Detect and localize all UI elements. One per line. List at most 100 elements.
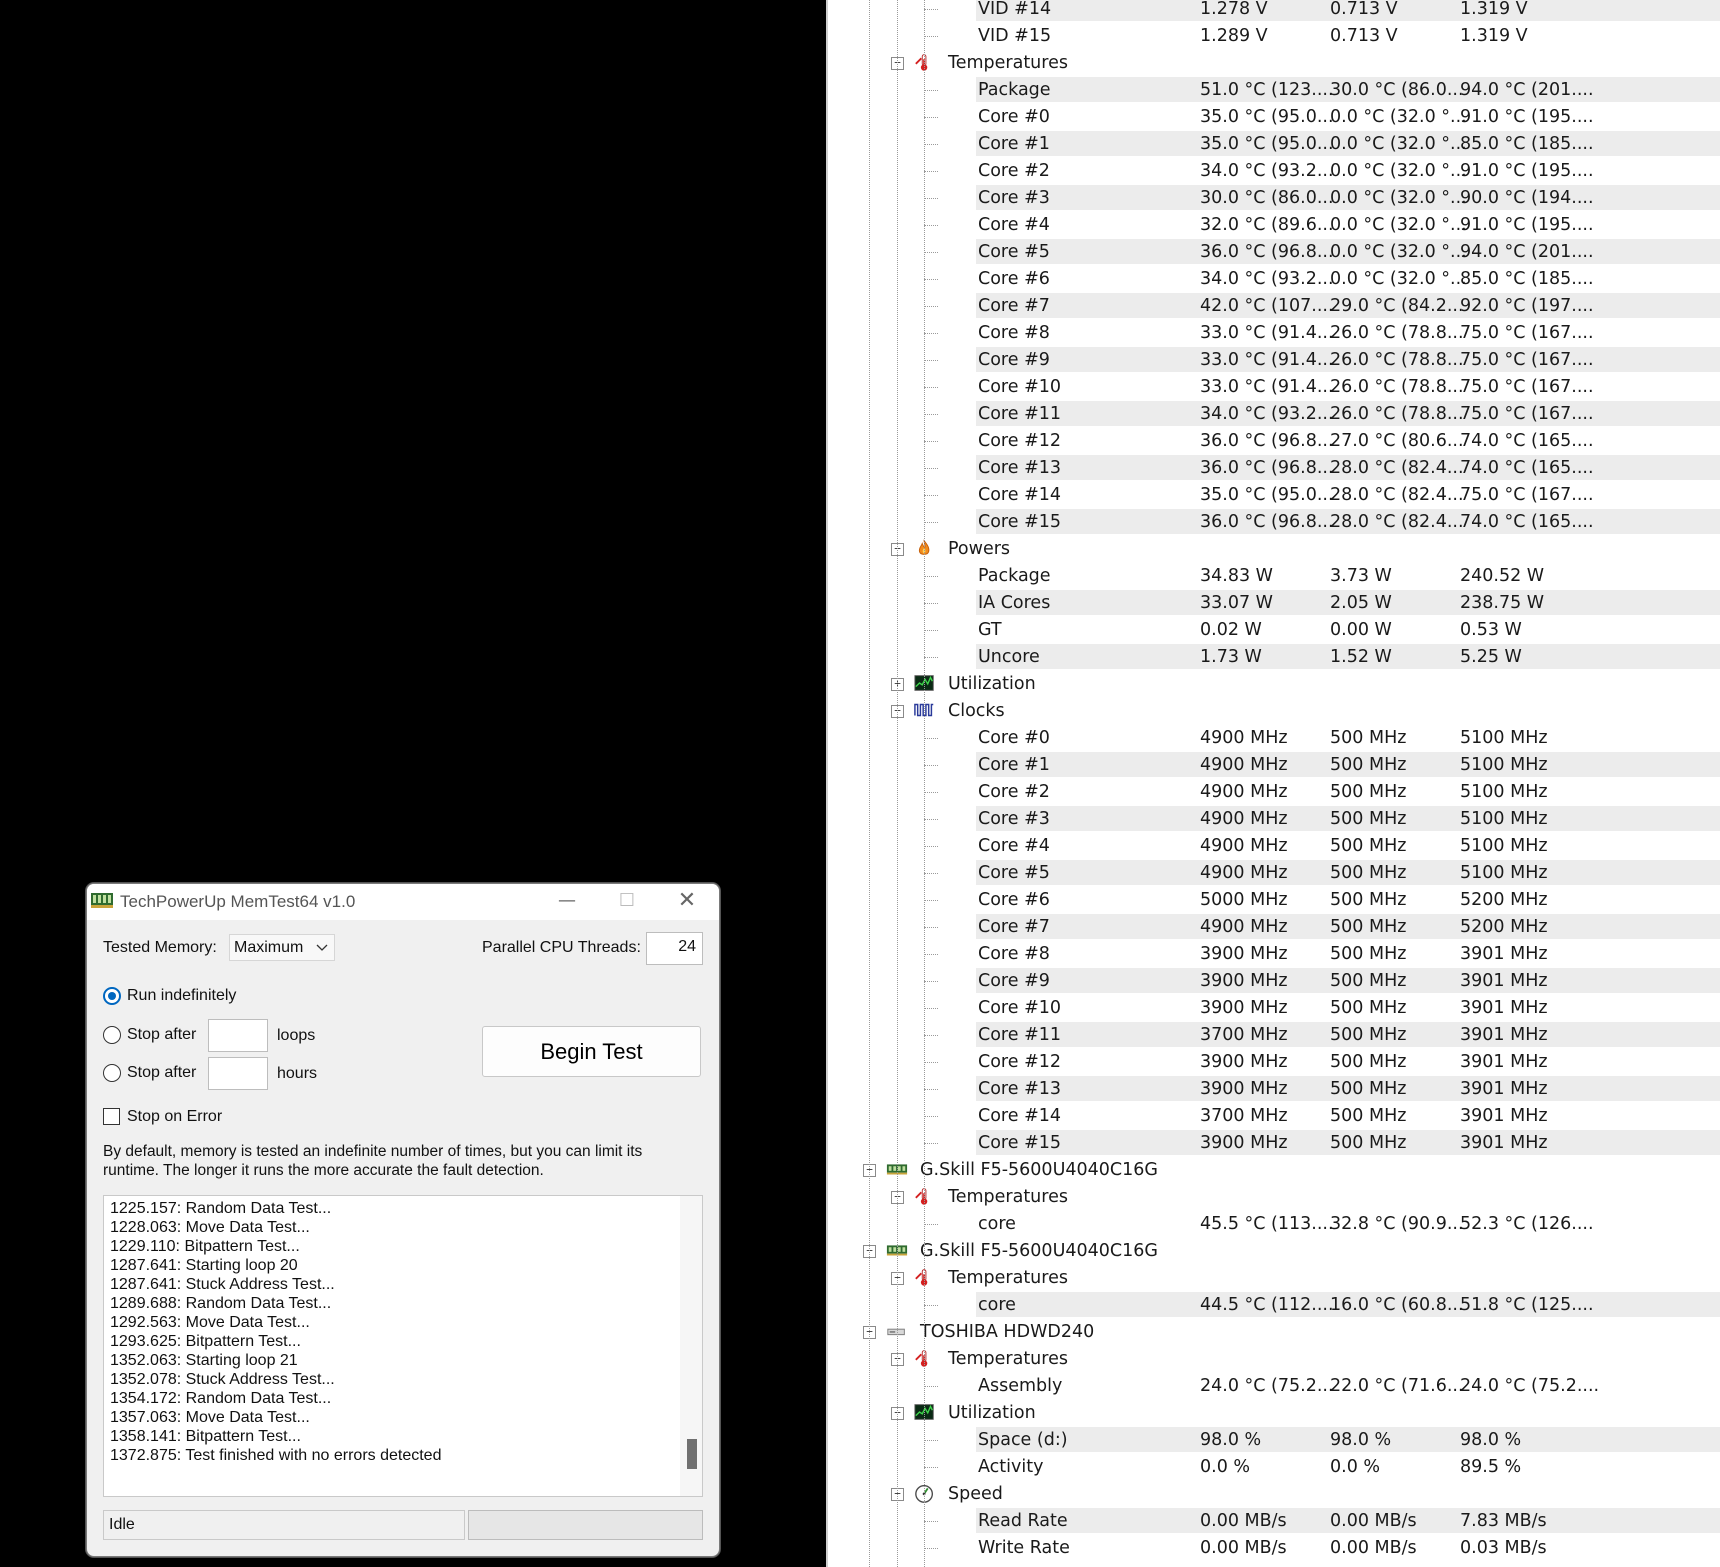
tree-connector [924, 981, 938, 982]
sensor-label: VID #14 [978, 0, 1052, 19]
sensor-row[interactable]: Core #3 30.0 °C (86.0... 0.0 °C (32.0 °...… [828, 184, 1720, 211]
run-indefinitely-label[interactable]: Run indefinitely [127, 987, 236, 1005]
sensor-row[interactable]: Core #2 34.0 °C (93.2... 0.0 °C (32.0 °...… [828, 157, 1720, 184]
sensor-row[interactable]: Core #4 32.0 °C (89.6... 0.0 °C (32.0 °...… [828, 211, 1720, 238]
tested-memory-select[interactable]: Maximum [229, 934, 335, 961]
sensor-row[interactable]: Core #7 4900 MHz 500 MHz 5200 MHz [828, 913, 1720, 940]
sensor-group[interactable]: − Utilization [828, 1399, 1720, 1426]
sensor-row[interactable]: Core #13 36.0 °C (96.8... 28.0 °C (82.4...… [828, 454, 1720, 481]
device-node[interactable]: −TOSHIBA HDWD130 [828, 1561, 1720, 1567]
sensor-maximum: 75.0 °C (167.... [1460, 404, 1594, 424]
sensor-row[interactable]: Core #8 33.0 °C (91.4... 26.0 °C (78.8... 7… [828, 319, 1720, 346]
sensor-row[interactable]: Activity 0.0 % 0.0 % 89.5 % [828, 1453, 1720, 1480]
sensor-group[interactable]: − Temperatures [828, 1264, 1720, 1291]
group-label: Clocks [948, 701, 1005, 721]
sensor-row[interactable]: Core #7 42.0 °C (107.... 29.0 °C (84.2... 9… [828, 292, 1720, 319]
sensor-row[interactable]: core 45.5 °C (113.... 32.8 °C (90.9... 52.3… [828, 1210, 1720, 1237]
stop-on-error-checkbox[interactable] [103, 1108, 120, 1125]
sensor-maximum: 0.03 MB/s [1460, 1538, 1547, 1558]
sensor-row[interactable]: Core #1 35.0 °C (95.0... 0.0 °C (32.0 °...… [828, 130, 1720, 157]
sensor-row[interactable]: Package 51.0 °C (123.... 30.0 °C (86.0... 9… [828, 76, 1720, 103]
sensor-row[interactable]: Package 34.83 W 3.73 W 240.52 W [828, 562, 1720, 589]
sensor-tree-panel[interactable]: VID #14 1.278 V 0.713 V 1.319 V VID #15 1.289… [826, 0, 1720, 1567]
stop-after-hours-label[interactable]: Stop after [127, 1064, 196, 1082]
sensor-row[interactable]: Core #13 3900 MHz 500 MHz 3901 MHz [828, 1075, 1720, 1102]
sensor-group[interactable]: − Clocks [828, 697, 1720, 724]
device-node[interactable]: − G.Skill F5-5600U4040C16G [828, 1237, 1720, 1264]
sensor-row[interactable]: GT 0.02 W 0.00 W 0.53 W [828, 616, 1720, 643]
sensor-group[interactable]: − Temperatures [828, 1345, 1720, 1372]
log-line: 1287.641: Starting loop 20 [110, 1257, 298, 1274]
sensor-row[interactable]: Core #9 33.0 °C (91.4... 26.0 °C (78.8... 7… [828, 346, 1720, 373]
sensor-row[interactable]: Space (d:) 98.0 % 98.0 % 98.0 % [828, 1426, 1720, 1453]
sensor-row[interactable]: Read Rate 0.00 MB/s 0.00 MB/s 7.83 MB/s [828, 1507, 1720, 1534]
stop-after-loops-radio[interactable] [103, 1026, 121, 1044]
sensor-row[interactable]: Uncore 1.73 W 1.52 W 5.25 W [828, 643, 1720, 670]
sensor-row[interactable]: Core #15 36.0 °C (96.8... 28.0 °C (82.4...… [828, 508, 1720, 535]
sensor-row[interactable]: Assembly 24.0 °C (75.2... 22.0 °C (71.6...… [828, 1372, 1720, 1399]
sensor-row[interactable]: IA Cores 33.07 W 2.05 W 238.75 W [828, 589, 1720, 616]
sensor-row[interactable]: Core #14 3700 MHz 500 MHz 3901 MHz [828, 1102, 1720, 1129]
sensor-current: 3900 MHz [1200, 1079, 1288, 1099]
sensor-row[interactable]: Core #12 3900 MHz 500 MHz 3901 MHz [828, 1048, 1720, 1075]
sensor-label: Core #15 [978, 1133, 1061, 1153]
sensor-row[interactable]: Core #5 4900 MHz 500 MHz 5100 MHz [828, 859, 1720, 886]
sensor-label: Core #6 [978, 269, 1050, 289]
stop-after-loops-label[interactable]: Stop after [127, 1026, 196, 1044]
sensor-row[interactable]: Core #11 3700 MHz 500 MHz 3901 MHz [828, 1021, 1720, 1048]
run-indefinitely-radio[interactable] [103, 987, 121, 1005]
sensor-row[interactable]: Core #0 4900 MHz 500 MHz 5100 MHz [828, 724, 1720, 751]
sensor-row[interactable]: Core #0 35.0 °C (95.0... 0.0 °C (32.0 °...… [828, 103, 1720, 130]
log-scrollbar-thumb[interactable] [687, 1439, 697, 1469]
sensor-group[interactable]: − Temperatures [828, 1183, 1720, 1210]
sensor-row[interactable]: Core #11 34.0 °C (93.2... 26.0 °C (78.8...… [828, 400, 1720, 427]
hours-input[interactable] [208, 1057, 268, 1090]
sensor-row[interactable]: Core #5 36.0 °C (96.8... 0.0 °C (32.0 °...… [828, 238, 1720, 265]
sensor-label: Core #14 [978, 1106, 1061, 1126]
sensor-row[interactable]: Core #2 4900 MHz 500 MHz 5100 MHz [828, 778, 1720, 805]
loops-input[interactable] [208, 1019, 268, 1052]
sensor-current: 0.00 MB/s [1200, 1511, 1287, 1531]
sensor-row[interactable]: Core #9 3900 MHz 500 MHz 3901 MHz [828, 967, 1720, 994]
sensor-row[interactable]: Core #8 3900 MHz 500 MHz 3901 MHz [828, 940, 1720, 967]
title-bar[interactable]: TechPowerUp MemTest64 v1.0 — ☐ ✕ [87, 884, 719, 920]
sensor-row[interactable]: VID #14 1.278 V 0.713 V 1.319 V [828, 0, 1720, 22]
sensor-minimum: 500 MHz [1330, 782, 1407, 802]
group-label: Temperatures [948, 1187, 1068, 1207]
sensor-minimum: 0.00 MB/s [1330, 1538, 1417, 1558]
sensor-group[interactable]: − Temperatures [828, 49, 1720, 76]
close-button[interactable]: ✕ [657, 884, 717, 920]
device-node[interactable]: − TOSHIBA HDWD240 [828, 1318, 1720, 1345]
sensor-row[interactable]: Core #6 5000 MHz 500 MHz 5200 MHz [828, 886, 1720, 913]
begin-test-button[interactable]: Begin Test [482, 1026, 701, 1077]
sensor-current: 24.0 °C (75.2... [1200, 1376, 1334, 1396]
sensor-row[interactable]: Core #4 4900 MHz 500 MHz 5100 MHz [828, 832, 1720, 859]
sensor-row[interactable]: Core #14 35.0 °C (95.0... 28.0 °C (82.4...… [828, 481, 1720, 508]
sensor-row[interactable]: Core #10 3900 MHz 500 MHz 3901 MHz [828, 994, 1720, 1021]
test-log[interactable]: 1225.157: Random Data Test... 1228.063: M… [103, 1195, 703, 1497]
sensor-row[interactable]: Core #3 4900 MHz 500 MHz 5100 MHz [828, 805, 1720, 832]
log-scrollbar[interactable] [680, 1196, 702, 1496]
sensor-group[interactable]: − Speed [828, 1480, 1720, 1507]
sensor-minimum: 28.0 °C (82.4... [1330, 458, 1464, 478]
sensor-row[interactable]: Core #6 34.0 °C (93.2... 0.0 °C (32.0 °...… [828, 265, 1720, 292]
sensor-row[interactable]: Core #10 33.0 °C (91.4... 26.0 °C (78.8...… [828, 373, 1720, 400]
sensor-row[interactable]: Write Rate 0.00 MB/s 0.00 MB/s 0.03 MB/s [828, 1534, 1720, 1561]
stop-after-hours-radio[interactable] [103, 1064, 121, 1082]
thermometer-icon [915, 1269, 928, 1286]
maximize-button[interactable]: ☐ [597, 884, 657, 920]
sensor-group[interactable]: − Powers [828, 535, 1720, 562]
thermometer-icon [915, 1350, 928, 1367]
threads-input[interactable]: 24 [646, 932, 703, 965]
sensor-row[interactable]: core 44.5 °C (112.... 16.0 °C (60.8... 51.8… [828, 1291, 1720, 1318]
tree-connector [924, 36, 938, 37]
sensor-row[interactable]: Core #15 3900 MHz 500 MHz 3901 MHz [828, 1129, 1720, 1156]
device-node[interactable]: − G.Skill F5-5600U4040C16G [828, 1156, 1720, 1183]
sensor-row[interactable]: Core #12 36.0 °C (96.8... 27.0 °C (80.6...… [828, 427, 1720, 454]
sensor-row[interactable]: Core #1 4900 MHz 500 MHz 5100 MHz [828, 751, 1720, 778]
stop-on-error-label[interactable]: Stop on Error [127, 1108, 222, 1126]
minimize-button[interactable]: — [537, 884, 597, 920]
memtest-window: TechPowerUp MemTest64 v1.0 — ☐ ✕ Tested … [86, 883, 720, 1557]
sensor-row[interactable]: VID #15 1.289 V 0.713 V 1.319 V [828, 22, 1720, 49]
sensor-group[interactable]: + Utilization [828, 670, 1720, 697]
